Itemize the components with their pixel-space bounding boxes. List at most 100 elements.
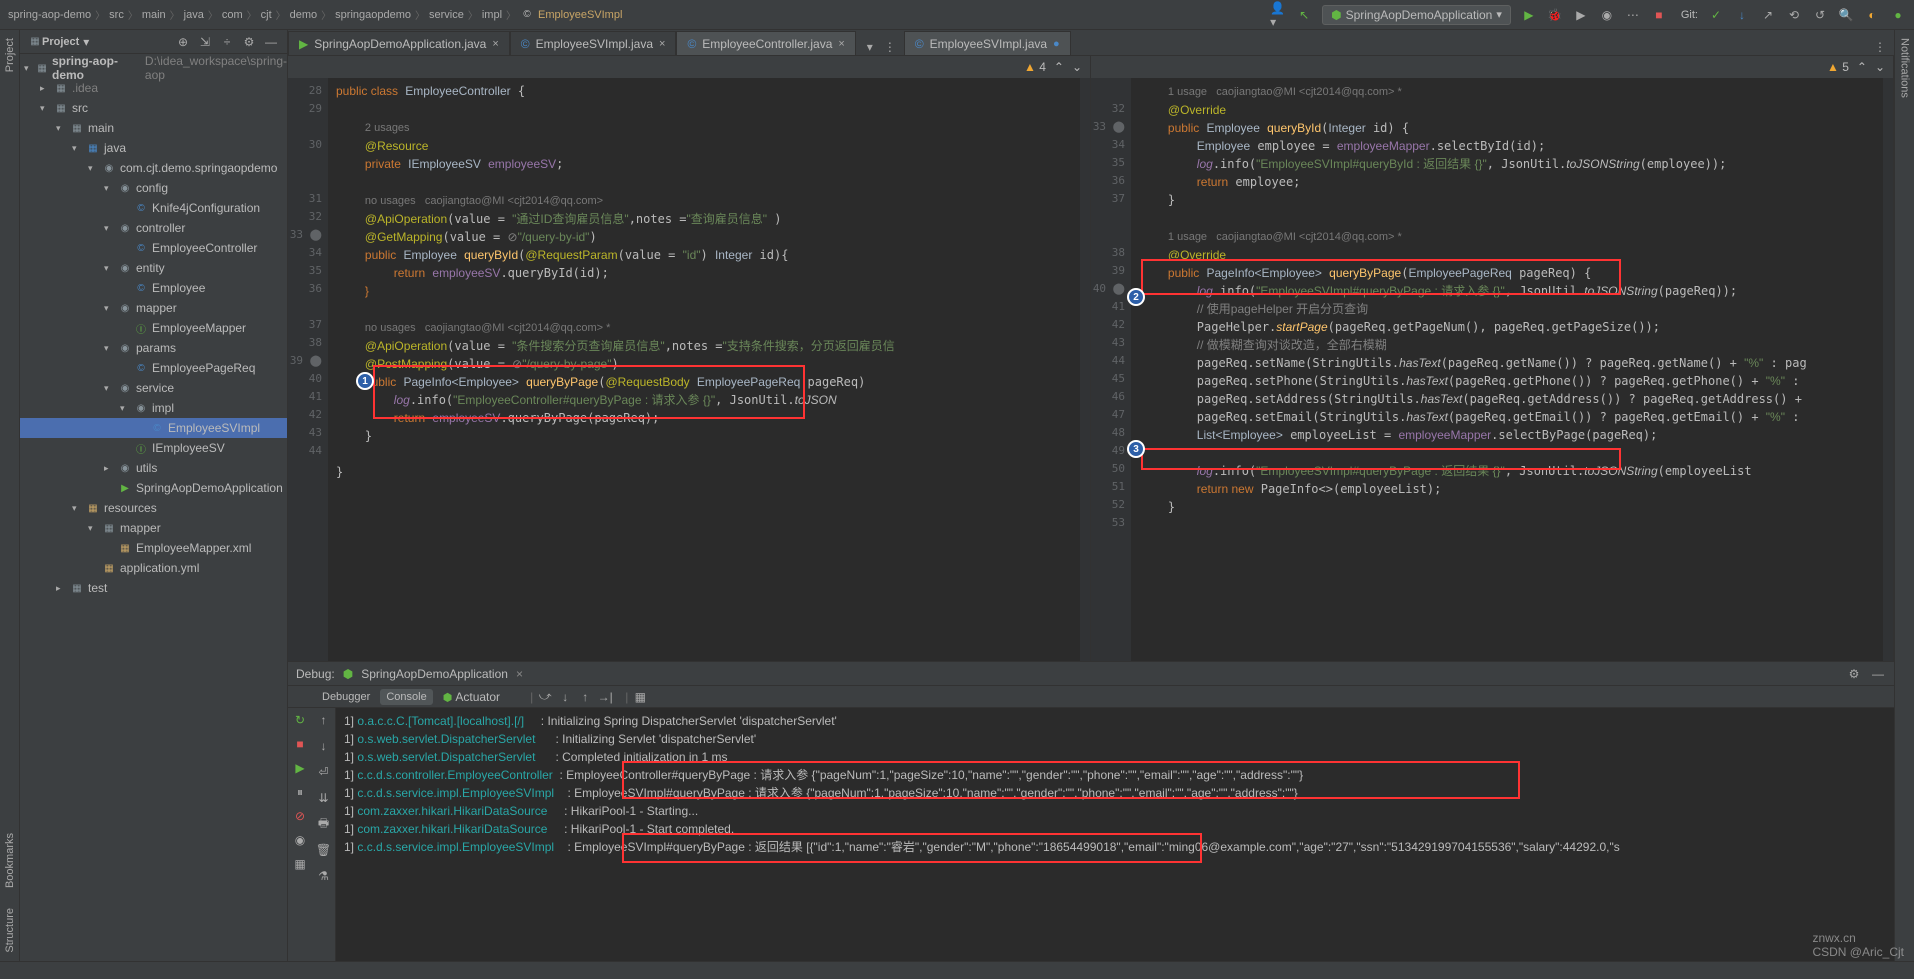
collapse-icon[interactable]: ÷ — [219, 34, 235, 50]
step-into-icon[interactable]: ↓ — [557, 689, 573, 705]
console-output[interactable]: 1] o.a.c.c.C.[Tomcat].[localhost].[/] : … — [336, 708, 1894, 961]
history-icon[interactable]: ⟲ — [1786, 7, 1802, 23]
console-tab[interactable]: Console — [380, 689, 432, 705]
resume-icon[interactable]: ▶ — [292, 760, 308, 776]
actuator-tab[interactable]: ⬢ Actuator — [437, 688, 506, 706]
tree-item[interactable]: mapper — [120, 521, 161, 535]
marker-bar[interactable] — [1080, 78, 1090, 661]
hammer-icon[interactable]: ↖ — [1296, 7, 1312, 23]
tab-split[interactable]: ©EmployeeSVImpl.java● — [904, 31, 1071, 55]
target-icon[interactable]: ⊕ — [175, 34, 191, 50]
tree-item[interactable]: mapper — [136, 301, 177, 315]
modified-icon[interactable]: ● — [1053, 38, 1060, 50]
tree-item[interactable]: resources — [104, 501, 157, 515]
gear-icon[interactable]: ⚙ — [241, 34, 257, 50]
notifications-tab[interactable]: Notifications — [1899, 38, 1911, 98]
hide-icon[interactable]: — — [263, 34, 279, 50]
tree-item[interactable]: .idea — [72, 81, 98, 95]
run-config-select[interactable]: ⬢SpringAopDemoApplication▾ — [1322, 5, 1511, 25]
debugger-tab[interactable]: Debugger — [316, 689, 376, 705]
tree-item[interactable]: com.cjt.demo.springaopdemo — [120, 161, 277, 175]
rerun-icon[interactable]: ↻ — [292, 712, 308, 728]
close-icon[interactable]: × — [492, 38, 498, 50]
attach-icon[interactable]: ⋯ — [1625, 7, 1641, 23]
tree-item[interactable]: java — [104, 141, 126, 155]
git-push-icon[interactable]: ↗ — [1760, 7, 1776, 23]
tree-item[interactable]: Employee — [152, 281, 205, 295]
hide-icon[interactable]: — — [1870, 666, 1886, 682]
tree-item[interactable]: application.yml — [120, 561, 199, 575]
filter-icon[interactable]: ⚗ — [316, 868, 332, 884]
crumb[interactable]: demo — [290, 9, 318, 21]
chevron-down-icon[interactable]: ▾ — [862, 39, 878, 55]
print-icon[interactable]: 🖶 — [316, 816, 332, 832]
run-to-cursor-icon[interactable]: →| — [597, 689, 613, 705]
tree-item[interactable]: main — [88, 121, 114, 135]
tree-item-selected[interactable]: EmployeeSVImpl — [168, 421, 260, 435]
user-icon[interactable]: 👤▾ — [1270, 7, 1286, 23]
tree-item[interactable]: impl — [152, 401, 174, 415]
step-out-icon[interactable]: ↑ — [577, 689, 593, 705]
usage-hint[interactable]: no usages caojiangtao@MI <cjt2014@qq.com… — [365, 195, 603, 207]
tree-item[interactable]: params — [136, 341, 176, 355]
tree-item[interactable]: SpringAopDemoApplication — [136, 481, 283, 495]
crumb[interactable]: main — [142, 9, 166, 21]
tree-item[interactable]: entity — [136, 261, 165, 275]
usage-hint[interactable]: 1 usage caojiangtao@MI <cjt2014@qq.com> … — [1168, 231, 1402, 243]
step-over-icon[interactable]: ⤻ — [537, 689, 553, 705]
usage-hint[interactable]: 1 usage caojiangtao@MI <cjt2014@qq.com> … — [1168, 86, 1402, 98]
usage-hint[interactable]: no usages caojiangtao@MI <cjt2014@qq.com… — [365, 322, 611, 334]
tab[interactable]: ©EmployeeSVImpl.java× — [510, 31, 677, 55]
tree-item[interactable]: controller — [136, 221, 185, 235]
crumb[interactable]: spring-aop-demo — [8, 9, 91, 21]
crumb[interactable]: impl — [482, 9, 502, 21]
root-name[interactable]: spring-aop-demo — [52, 54, 134, 82]
project-tree[interactable]: ▾▦spring-aop-demo D:\idea_workspace\spri… — [20, 54, 287, 961]
layout-icon[interactable]: ▦ — [292, 856, 308, 872]
expand-icon[interactable]: ⇲ — [197, 34, 213, 50]
tree-item[interactable]: EmployeeController — [152, 241, 257, 255]
tree-item[interactable]: test — [88, 581, 107, 595]
git-update-icon[interactable]: ↓ — [1734, 7, 1750, 23]
close-icon[interactable]: × — [659, 38, 665, 50]
crumb[interactable]: springaopdemo — [335, 9, 411, 21]
crumb-active[interactable]: EmployeeSVImpl — [538, 9, 622, 21]
tree-item[interactable]: EmployeeMapper — [152, 321, 246, 335]
chevron-down-icon[interactable]: ⌄ — [1072, 60, 1082, 74]
warning-badge[interactable]: ▲ 4 — [1024, 60, 1046, 74]
search-icon[interactable]: 🔍 — [1838, 7, 1854, 23]
structure-tab[interactable]: Structure — [4, 908, 16, 953]
run-icon[interactable]: ▶ — [1521, 7, 1537, 23]
mute-icon[interactable]: ⊘ — [292, 808, 308, 824]
gear-icon[interactable]: ⚙ — [1846, 666, 1862, 682]
pause-icon[interactable]: ⏸ — [292, 784, 308, 800]
crumb[interactable]: com — [222, 9, 243, 21]
up-icon[interactable]: ↑ — [316, 712, 332, 728]
profile-icon[interactable]: ◉ — [1599, 7, 1615, 23]
clear-icon[interactable]: 🗑 — [316, 842, 332, 858]
tree-item[interactable]: IEmployeeSV — [152, 441, 225, 455]
code-right[interactable]: 3233 ⬤34353637383940 ⬤414243444546474849… — [1091, 78, 1893, 661]
crumb[interactable]: java — [184, 9, 204, 21]
tree-item[interactable]: config — [136, 181, 168, 195]
bookmarks-tab[interactable]: Bookmarks — [4, 833, 16, 888]
chevron-down-icon[interactable]: ⌄ — [1875, 60, 1885, 74]
more-icon[interactable]: ⋮ — [1872, 39, 1888, 55]
crumb[interactable]: src — [109, 9, 124, 21]
crumb[interactable]: service — [429, 9, 464, 21]
tab-active[interactable]: ©EmployeeController.java× — [676, 31, 855, 55]
tree-item[interactable]: service — [136, 381, 174, 395]
more-icon[interactable]: ⋮ — [882, 39, 898, 55]
tree-item[interactable]: utils — [136, 461, 157, 475]
code-left[interactable]: 282930313233 ⬤343536373839 ⬤4041424344 p… — [288, 78, 1090, 661]
crumb[interactable]: cjt — [261, 9, 272, 21]
debug-icon[interactable]: 🐞 — [1547, 7, 1563, 23]
wrap-icon[interactable]: ⏎ — [316, 764, 332, 780]
tree-item[interactable]: src — [72, 101, 88, 115]
git-commit-icon[interactable]: ✓ — [1708, 7, 1724, 23]
tab[interactable]: ▶SpringAopDemoApplication.java× — [288, 31, 510, 55]
view-bp-icon[interactable]: ◉ — [292, 832, 308, 848]
chevron-up-icon[interactable]: ⌃ — [1857, 60, 1867, 74]
chevron-up-icon[interactable]: ⌃ — [1054, 60, 1064, 74]
stop-icon[interactable]: ■ — [292, 736, 308, 752]
